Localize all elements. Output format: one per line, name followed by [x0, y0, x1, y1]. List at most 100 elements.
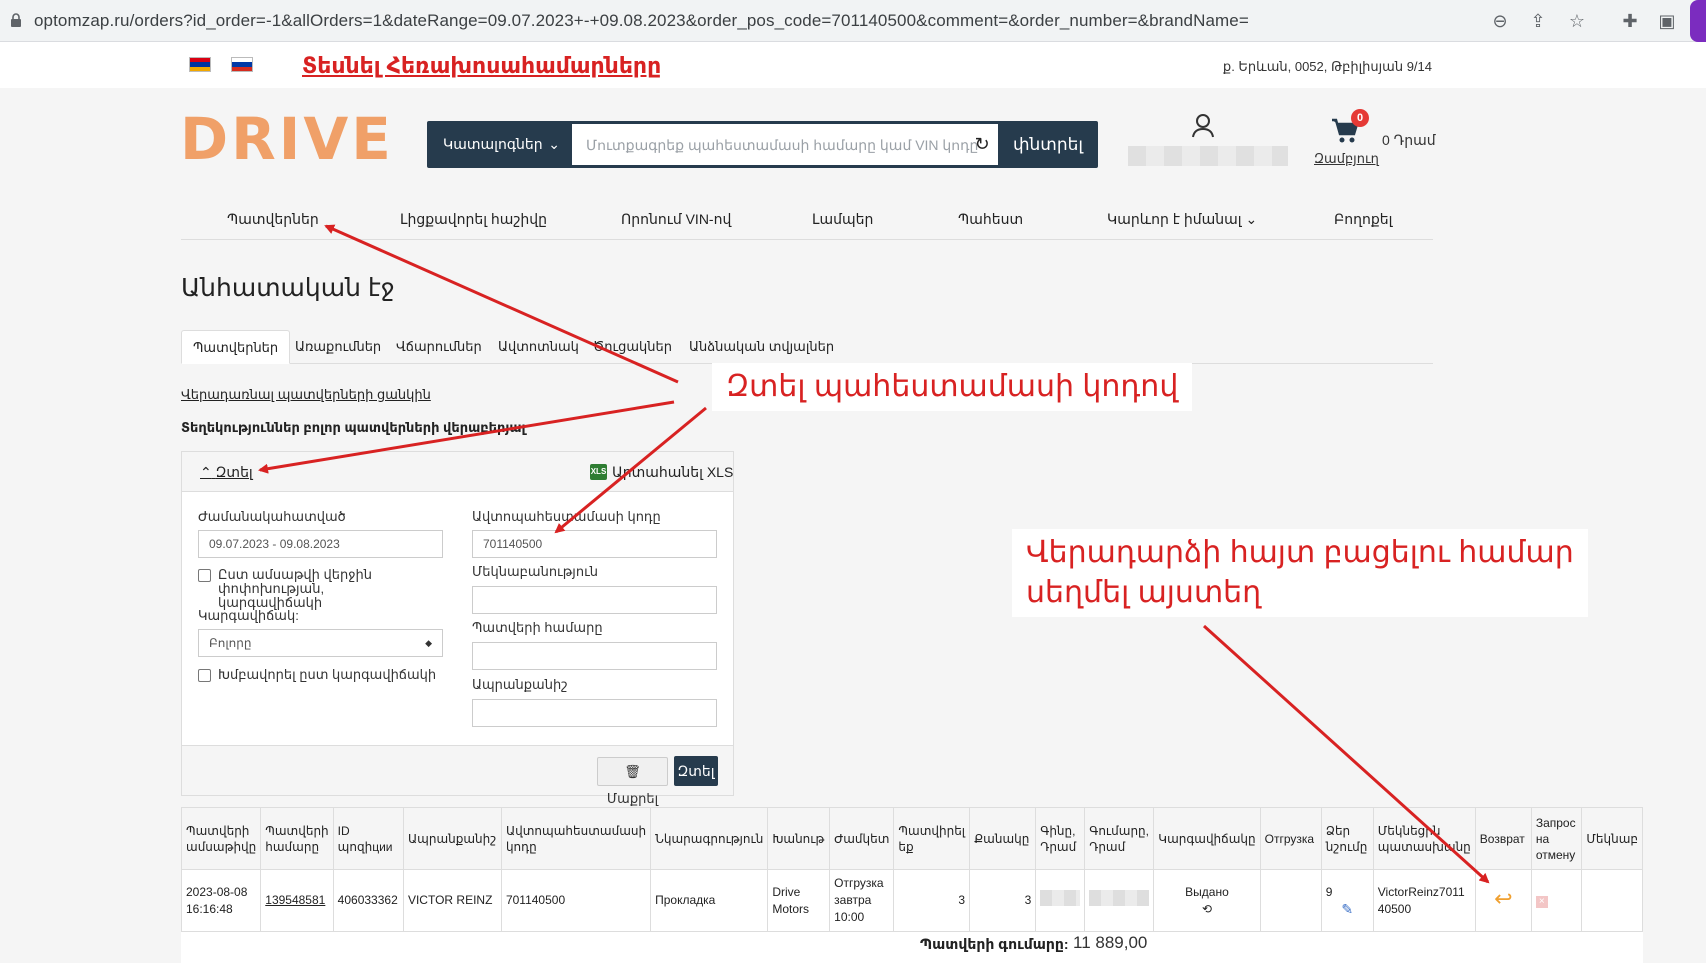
cell-return[interactable]: ↩ [1474, 869, 1532, 932]
cart-link[interactable]: Զամբյուղ [1314, 151, 1379, 167]
catalogs-dropdown[interactable]: Կատալոգներ ⌄ [437, 124, 570, 165]
cell-description: Прокладка [650, 869, 769, 932]
order-number-link[interactable]: 139548581 [265, 893, 325, 907]
cell-date: 2023-08-08 16:16:48 [180, 869, 262, 932]
col-order-number[interactable]: Պատվերի համարը [260, 807, 334, 870]
period-input[interactable]: 09.07.2023 - 09.08.2023 [198, 530, 443, 558]
col-order-date[interactable]: Պատվերի ամսաթիվը [180, 807, 262, 870]
col-cancel-request[interactable]: Запрос на отмену [1530, 807, 1583, 870]
col-reply[interactable]: Մեկնեցին պատասխանը [1372, 807, 1476, 870]
cell-comment [1581, 869, 1643, 932]
nav-item-complain[interactable]: Բողոքել [1334, 211, 1392, 228]
nav-item-warehouse[interactable]: Պահեստ [958, 211, 1023, 228]
col-price[interactable]: Գինը, Դրամ [1035, 807, 1086, 870]
cell-price [1035, 869, 1086, 932]
col-your-note[interactable]: Ձեր նշումը [1320, 807, 1374, 870]
group-by-status-label: Խմբավորել ըստ կարգավիճակի [218, 667, 437, 682]
orders-info-heading: Տեղեկություններ բոլոր պատվերների վերաբեր… [181, 420, 526, 435]
col-term[interactable]: Ժամկետ [829, 807, 895, 870]
tab-orders[interactable]: Պատվերներ [181, 330, 291, 364]
order-number-label: Պատվերի համարը [472, 620, 603, 635]
nav-item-topup[interactable]: Լիցքավորել հաշիվը [400, 211, 547, 228]
col-comment[interactable]: Մեկնաբ [1581, 807, 1643, 870]
annotation-return-line-2: սեղմել այստեղ [1026, 576, 1262, 609]
col-amount[interactable]: Գումարը, Դրամ [1084, 807, 1155, 870]
cancel-request-icon[interactable]: × [1535, 896, 1548, 908]
user-icon[interactable] [1190, 112, 1216, 138]
zoom-icon[interactable]: ⊖ [1488, 9, 1512, 33]
period-label: Ժամանակահատված [198, 509, 346, 524]
select-arrows-icon: ◆ [425, 638, 432, 648]
nav-item-orders[interactable]: Պատվերներ [227, 211, 319, 228]
cell-shipment [1259, 869, 1322, 932]
refresh-icon[interactable]: ↻ [970, 132, 994, 156]
cell-store: Drive Motors [767, 869, 831, 932]
search-input[interactable] [572, 124, 998, 165]
reset-button-label: Մաքրել [606, 791, 659, 806]
col-return[interactable]: Возврат [1474, 807, 1532, 870]
col-description[interactable]: Նկարագրություն [650, 807, 769, 870]
apply-filter-button[interactable]: Զտել [674, 756, 718, 786]
star-icon[interactable]: ☆ [1565, 9, 1589, 33]
lock-icon [11, 13, 21, 27]
col-status[interactable]: Կարգավիճակը [1153, 807, 1261, 870]
orders-table: Պատվերի ամսաթիվը Պատվերի համարը ID պոզիц… [180, 807, 1643, 932]
profile-avatar[interactable] [1690, 0, 1706, 42]
excel-icon: XLS [590, 464, 607, 480]
status-label: Կարգավիճակ: [198, 608, 299, 623]
share-icon[interactable]: ⇪ [1526, 9, 1550, 33]
search-button[interactable]: փնտրել [1000, 124, 1096, 165]
drive-logo[interactable]: DRIVE [180, 110, 394, 168]
flag-armenian-icon[interactable] [189, 57, 211, 72]
table-row: 2023-08-08 16:16:48 139548581 406033362 … [180, 869, 1643, 932]
sidepanel-icon[interactable]: ▣ [1655, 9, 1679, 33]
part-code-input[interactable]: 701140500 [472, 530, 717, 558]
return-icon[interactable]: ↩ [1494, 886, 1512, 911]
cell-status: Выдано ⟲ [1153, 869, 1261, 932]
group-by-status-checkbox[interactable] [198, 669, 211, 682]
cart-total: 0 Դրամ [1382, 132, 1436, 148]
view-phones-link[interactable]: Տեսնել Հեռախոսահամարները [302, 53, 661, 79]
nav-item-important[interactable]: Կարևոր է իմանալ ⌄ [1107, 211, 1257, 228]
brand-input[interactable] [472, 699, 717, 727]
cell-cancel-request[interactable]: × [1530, 869, 1583, 932]
nav-item-lamps[interactable]: Լամպեր [812, 211, 873, 228]
tab-deliveries[interactable]: Առաքումներ [284, 330, 392, 364]
cell-order-number[interactable]: 139548581 [260, 869, 334, 932]
filter-toggle[interactable]: ⌃ Զտել [200, 464, 253, 481]
col-brand[interactable]: Ապրանքանիշ [402, 807, 502, 870]
reset-button[interactable]: 🗑 Մաքրել [597, 757, 668, 806]
col-position-id[interactable]: ID պոզիции [332, 807, 404, 870]
edit-pencil-icon[interactable]: ✎ [1326, 901, 1369, 918]
flag-russian-icon[interactable] [231, 57, 253, 72]
status-select[interactable]: Բոլորը ◆ [198, 629, 443, 657]
annotation-return-hint: Վերադարձի հայտ բացելու համար սեղմել այստ… [1012, 529, 1588, 617]
cell-brand: VICTOR REINZ [402, 869, 502, 932]
col-part-code[interactable]: Ավտոպահեստամասի կոդը [500, 807, 652, 870]
order-number-input[interactable] [472, 642, 717, 670]
col-ordered[interactable]: Պատվիրել եք [893, 807, 971, 870]
extensions-icon[interactable]: ✚ [1618, 9, 1642, 33]
page-title: Անհատական էջ [181, 274, 395, 302]
nav-item-vin-search[interactable]: Որոնում VIN-ով [621, 211, 731, 228]
history-icon[interactable]: ⟲ [1158, 901, 1255, 918]
tab-payments[interactable]: Վճարումներ [385, 330, 493, 364]
col-quantity[interactable]: Քանակը [969, 807, 1037, 870]
price-blurred [1040, 890, 1081, 906]
by-date-checkbox[interactable] [198, 569, 211, 582]
comment-label: Մեկնաբանություն [472, 564, 598, 579]
tab-personal-data[interactable]: Անձնական տվյալներ [678, 330, 845, 364]
comment-input[interactable] [472, 586, 717, 614]
cell-note[interactable]: 9 ✎ [1320, 869, 1374, 932]
export-xls-link[interactable]: Արտահանել XLS [612, 464, 733, 481]
col-shipment[interactable]: Отгрузка [1259, 807, 1322, 870]
order-total-label: Պատվերի գումարը: [920, 936, 1069, 953]
back-to-orders-link[interactable]: Վերադառնալ պատվերների ցանկին [181, 387, 431, 403]
tab-garage[interactable]: Ավտոտնակ [487, 330, 590, 364]
tab-notifications[interactable]: Ծուցակներ [582, 330, 683, 364]
note-value: 9 [1325, 884, 1333, 899]
order-total-value: 11 889,00 [1073, 933, 1148, 952]
col-store[interactable]: Խանութ [767, 807, 831, 870]
part-code-label: Ավտոպահեստամասի կոդը [472, 509, 661, 524]
url-text[interactable]: optomzap.ru/orders?id_order=-1&allOrders… [34, 11, 1249, 31]
